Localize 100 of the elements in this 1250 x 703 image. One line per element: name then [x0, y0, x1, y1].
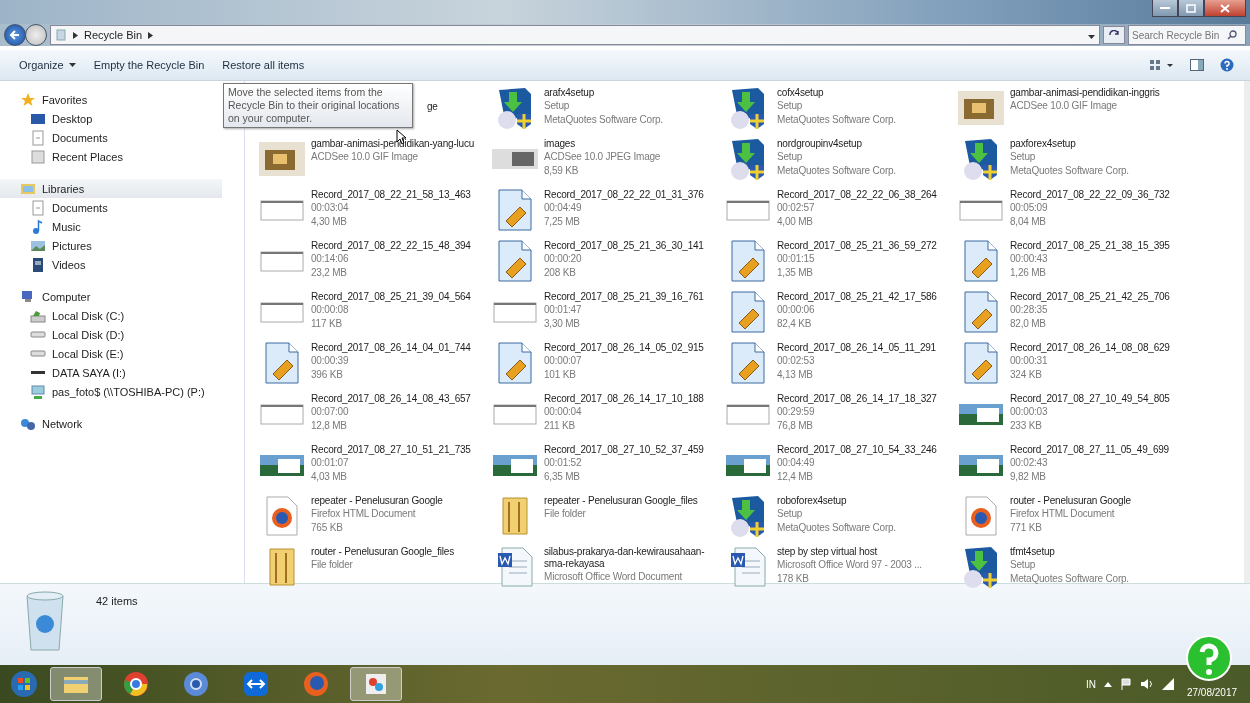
file-name: Record_2017_08_25_21_39_16_761 [544, 291, 705, 303]
picture-thumbnail-icon [492, 149, 538, 169]
file-detail: 211 KB [544, 419, 576, 433]
network-drive-icon [30, 383, 46, 400]
toolbar-button[interactable]: Restore all items [215, 55, 312, 75]
file-name: Record_2017_08_25_21_42_17_586 [777, 291, 938, 303]
file-name: step by step virtual host [777, 546, 879, 558]
sidebar-item[interactable]: Libraries [0, 179, 222, 198]
file-detail: 4,00 MB [777, 215, 814, 229]
sidebar-item[interactable]: Documents [0, 198, 222, 217]
word-document-icon [730, 547, 766, 587]
breadcrumb[interactable]: Recycle Bin [84, 29, 143, 41]
address-bar[interactable]: Recycle Bin [50, 25, 1100, 45]
close-button[interactable] [1204, 0, 1246, 17]
blank-video-thumbnail-icon [493, 402, 537, 426]
minimize-icon [1160, 6, 1170, 10]
file-detail: 76,8 MB [777, 419, 814, 433]
back-button[interactable] [4, 24, 26, 46]
file-name: cofx4setup [777, 87, 825, 99]
file-detail: 101 KB [544, 368, 577, 382]
forward-button[interactable] [25, 24, 47, 46]
file-name: images [544, 138, 577, 150]
file-detail: MetaQuotes Software Corp. [1010, 164, 1130, 178]
sidebar-item[interactable]: DATA SAYA (I:) [0, 363, 222, 382]
blank-video-thumbnail-icon [726, 198, 770, 222]
file-name: router - Penelusuran Google_files [311, 546, 455, 558]
browser-document-icon [266, 496, 298, 536]
view-grid-icon [1150, 59, 1174, 71]
taskbar-app-button[interactable] [350, 667, 402, 701]
sidebar-item[interactable]: Music [0, 217, 222, 236]
file-detail: 00:00:06 [777, 303, 816, 317]
folder-icon [499, 496, 531, 536]
file-name: repeater - Penelusuran Google [311, 495, 444, 507]
file-detail: 82,4 KB [777, 317, 813, 331]
file-name: Record_2017_08_22_22_09_36_732 [1010, 189, 1171, 201]
speaker-icon[interactable] [1140, 678, 1154, 690]
file-detail: 117 KB [311, 317, 343, 331]
usb-drive-icon [30, 370, 46, 375]
signal-icon[interactable] [1162, 678, 1174, 690]
sidebar-item[interactable]: Local Disk (D:) [0, 325, 222, 344]
video-thumbnail-icon [959, 402, 1003, 426]
file-detail: 00:01:52 [544, 456, 583, 470]
file-detail: MetaQuotes Software Corp. [1010, 572, 1130, 586]
file-detail: Setup [1010, 558, 1037, 572]
toolbar-button[interactable]: Organize [12, 55, 83, 75]
file-name: Record_2017_08_26_14_08_43_657 [311, 393, 472, 405]
blank-video-thumbnail-icon [726, 402, 770, 426]
file-name: Record_2017_08_25_21_36_59_272 [777, 240, 938, 252]
sidebar-item[interactable]: Favorites [0, 90, 222, 109]
file-detail: MetaQuotes Software Corp. [777, 521, 897, 535]
file-name: Record_2017_08_27_10_54_33_246 [777, 444, 938, 456]
maximize-button[interactable] [1178, 0, 1204, 17]
sidebar-item[interactable]: Computer [0, 287, 222, 306]
sidebar-item[interactable]: Pictures [0, 236, 222, 255]
picture-thumbnail-icon [958, 91, 1004, 125]
file-name: Record_2017_08_26_14_17_10_188 [544, 393, 705, 405]
file-detail: 00:00:20 [544, 252, 583, 266]
media-file-icon [498, 189, 532, 231]
file-detail: 771 KB [1010, 521, 1043, 535]
search-icon [1227, 30, 1237, 40]
help-question-icon [1186, 635, 1232, 681]
file-detail: 00:14:06 [311, 252, 350, 266]
windows-logo-icon [10, 670, 38, 698]
language-indicator[interactable]: IN [1086, 678, 1096, 690]
media-file-icon [498, 342, 532, 384]
video-thumbnail-icon [959, 453, 1003, 477]
sidebar-item[interactable]: pas_foto$ (\\TOSHIBA-PC) (P:) [0, 382, 222, 401]
blank-video-thumbnail-icon [260, 402, 304, 426]
maximize-icon [1186, 3, 1196, 13]
sidebar-item[interactable]: Recent Places [0, 147, 222, 166]
file-detail: 00:05:09 [1010, 201, 1049, 215]
minimize-button[interactable] [1152, 0, 1178, 17]
file-detail: 3,30 MB [544, 317, 581, 331]
browser-icon [302, 671, 330, 697]
toolbar-button[interactable]: Empty the Recycle Bin [86, 55, 212, 75]
file-detail: Firefox HTML Document [1010, 507, 1116, 521]
chevron-icon [148, 29, 154, 41]
recycle-bin-icon [55, 29, 67, 41]
blank-video-thumbnail-icon [493, 300, 537, 324]
file-detail: File folder [544, 507, 587, 521]
sidebar-item[interactable]: Desktop [0, 109, 222, 128]
clock-date[interactable]: 27/08/2017 [1186, 686, 1238, 698]
sidebar-item[interactable]: Documents [0, 128, 222, 147]
sidebar-item[interactable]: Videos [0, 255, 222, 274]
media-file-icon [498, 240, 532, 282]
sidebar-item[interactable]: Network [0, 414, 222, 433]
file-detail: MetaQuotes Software Corp. [544, 113, 664, 127]
caret-icon [68, 63, 76, 67]
file-detail: 208 KB [544, 266, 577, 280]
sidebar-item[interactable]: Local Disk (C:) [0, 306, 222, 325]
sidebar-item[interactable]: Local Disk (E:) [0, 344, 222, 363]
file-detail: 6,35 MB [544, 470, 581, 484]
word-document-icon [497, 547, 533, 587]
file-detail: 12,8 MB [311, 419, 348, 433]
refresh-button[interactable] [1103, 26, 1125, 44]
file-name: Record_2017_08_25_21_39_04_564 [311, 291, 472, 303]
search-field[interactable]: Search Recycle Bin [1128, 25, 1246, 45]
show-hidden-icons-icon[interactable] [1104, 681, 1112, 687]
flag-icon[interactable] [1120, 678, 1132, 690]
file-name: Record_2017_08_27_10_49_54_805 [1010, 393, 1171, 405]
